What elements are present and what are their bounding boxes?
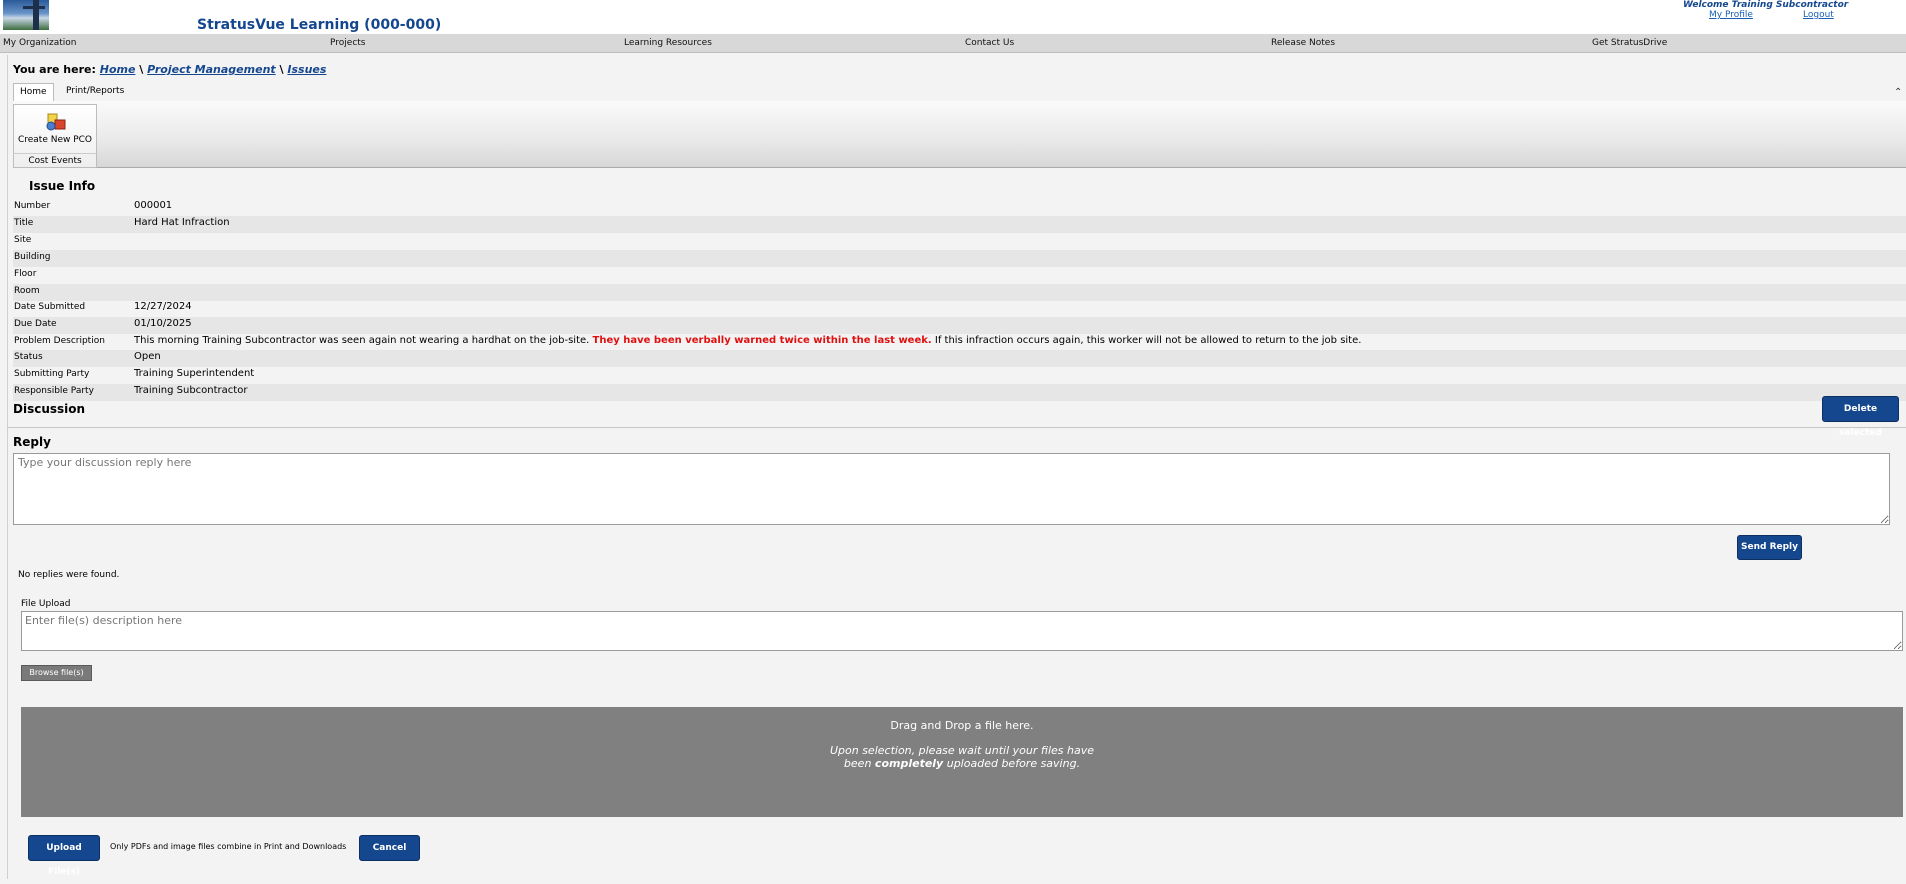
- info-label: Responsible Party: [14, 386, 94, 396]
- info-value: 12/27/2024: [134, 301, 192, 312]
- cost-events-group-label: Cost Events: [14, 153, 96, 166]
- info-value: 01/10/2025: [134, 318, 192, 329]
- info-value: Training Superintendent: [134, 368, 255, 379]
- delete-selected-button[interactable]: Delete selected: [1822, 396, 1899, 438]
- breadcrumb-prefix: You are here:: [13, 63, 96, 76]
- info-value: Hard Hat Infraction: [134, 217, 230, 228]
- create-new-pco-label: Create New PCO: [17, 135, 93, 145]
- nav-projects[interactable]: Projects: [330, 38, 365, 48]
- divider: [7, 427, 1906, 428]
- info-row-building: Building: [13, 250, 1906, 267]
- breadcrumb-issues[interactable]: Issues: [287, 63, 326, 76]
- info-row-number: Number 000001: [13, 199, 1906, 216]
- info-label: Submitting Party: [14, 369, 90, 379]
- info-row-status: Status Open: [13, 350, 1906, 367]
- discussion-title: Discussion: [13, 402, 86, 416]
- welcome-text: Welcome Training Subcontractor: [1683, 0, 1849, 10]
- description-part: If this infraction occurs again, this wo…: [931, 335, 1362, 346]
- logout-link[interactable]: Logout: [1803, 10, 1834, 20]
- nav-my-organization[interactable]: My Organization: [3, 38, 77, 48]
- dropzone-title: Drag and Drop a file here.: [890, 719, 1034, 732]
- breadcrumb-home[interactable]: Home: [100, 63, 136, 76]
- info-row-responsible-party: Responsible Party Training Subcontractor: [13, 384, 1906, 401]
- dropzone-instruction-text: been: [843, 757, 875, 770]
- info-label: Site: [14, 235, 32, 245]
- dropzone-emphasis: completely: [874, 757, 944, 770]
- nav-contact-us[interactable]: Contact Us: [965, 38, 1014, 48]
- reply-title: Reply: [13, 435, 51, 449]
- info-row-title: Title Hard Hat Infraction: [13, 216, 1906, 233]
- file-dropzone[interactable]: Drag and Drop a file here. Upon selectio…: [21, 707, 1903, 817]
- file-upload-label: File Upload: [21, 599, 71, 609]
- nav-release-notes[interactable]: Release Notes: [1271, 38, 1335, 48]
- info-row-problem-description: Problem Description This morning Trainin…: [13, 334, 1906, 351]
- info-row-due-date: Due Date 01/10/2025: [13, 317, 1906, 334]
- upload-note: Only PDFs and image files combine in Pri…: [110, 842, 347, 851]
- nav-learning-resources[interactable]: Learning Resources: [624, 38, 712, 48]
- logo: [3, 0, 49, 30]
- info-label: Date Submitted: [14, 302, 86, 312]
- info-value: Training Subcontractor: [134, 385, 248, 396]
- nav-get-stratusdrive[interactable]: Get StratusDrive: [1592, 38, 1667, 48]
- main-nav: My Organization Projects Learning Resour…: [0, 34, 1906, 53]
- browse-files-button[interactable]: Browse file(s): [21, 665, 92, 681]
- left-panel-edge[interactable]: [0, 55, 8, 879]
- upload-files-button[interactable]: Upload File(s): [28, 835, 100, 877]
- breadcrumb-separator: \: [139, 63, 144, 76]
- file-description-textarea[interactable]: [21, 611, 1903, 651]
- pco-icon: [46, 113, 66, 131]
- info-label: Number: [14, 201, 51, 211]
- info-label: Status: [14, 352, 43, 362]
- dropzone-instruction-text: uploaded before saving.: [943, 757, 1081, 770]
- info-row-date-submitted: Date Submitted 12/27/2024: [13, 300, 1906, 317]
- info-value: 000001: [134, 200, 173, 211]
- description-warning: They have been verbally warned twice wit…: [592, 335, 932, 346]
- info-row-site: Site: [13, 233, 1906, 250]
- tab-home[interactable]: Home: [13, 83, 54, 102]
- send-reply-button[interactable]: Send Reply: [1737, 535, 1802, 560]
- issue-info-title: Issue Info: [29, 179, 96, 193]
- info-label: Due Date: [14, 319, 57, 329]
- ribbon-collapse-icon[interactable]: ⌃: [1894, 87, 1902, 98]
- info-value: Open: [134, 351, 161, 362]
- no-replies-text: No replies were found.: [18, 570, 120, 580]
- app-title: StratusVue Learning (000-000): [197, 17, 442, 33]
- breadcrumb: You are here: Home \ Project Management …: [13, 63, 326, 76]
- info-label: Title: [14, 218, 34, 228]
- tab-print-reports[interactable]: Print/Reports: [60, 83, 130, 100]
- info-row-floor: Floor: [13, 267, 1906, 284]
- create-new-pco-button[interactable]: Create New PCO Cost Events: [13, 104, 97, 168]
- info-label: Floor: [14, 269, 37, 279]
- ribbon-body: [13, 101, 1906, 168]
- cancel-button[interactable]: Cancel: [359, 835, 420, 861]
- my-profile-link[interactable]: My Profile: [1709, 10, 1753, 20]
- breadcrumb-project-management[interactable]: Project Management: [147, 63, 276, 76]
- reply-textarea[interactable]: [13, 453, 1890, 525]
- problem-description-text: This morning Training Subcontractor was …: [134, 335, 1361, 346]
- dropzone-instructions: Upon selection, please wait until your f…: [21, 744, 1903, 770]
- description-part: This morning Training Subcontractor was …: [134, 335, 593, 346]
- info-row-room: Room: [13, 284, 1906, 301]
- info-label: Problem Description: [14, 336, 105, 346]
- dropzone-instruction-text: Upon selection, please wait until your f…: [829, 744, 1095, 757]
- ribbon-tabs: Home Print/Reports: [13, 83, 1906, 102]
- info-row-submitting-party: Submitting Party Training Superintendent: [13, 367, 1906, 384]
- breadcrumb-separator: \: [279, 63, 284, 76]
- info-label: Room: [14, 286, 40, 296]
- info-label: Building: [14, 252, 51, 262]
